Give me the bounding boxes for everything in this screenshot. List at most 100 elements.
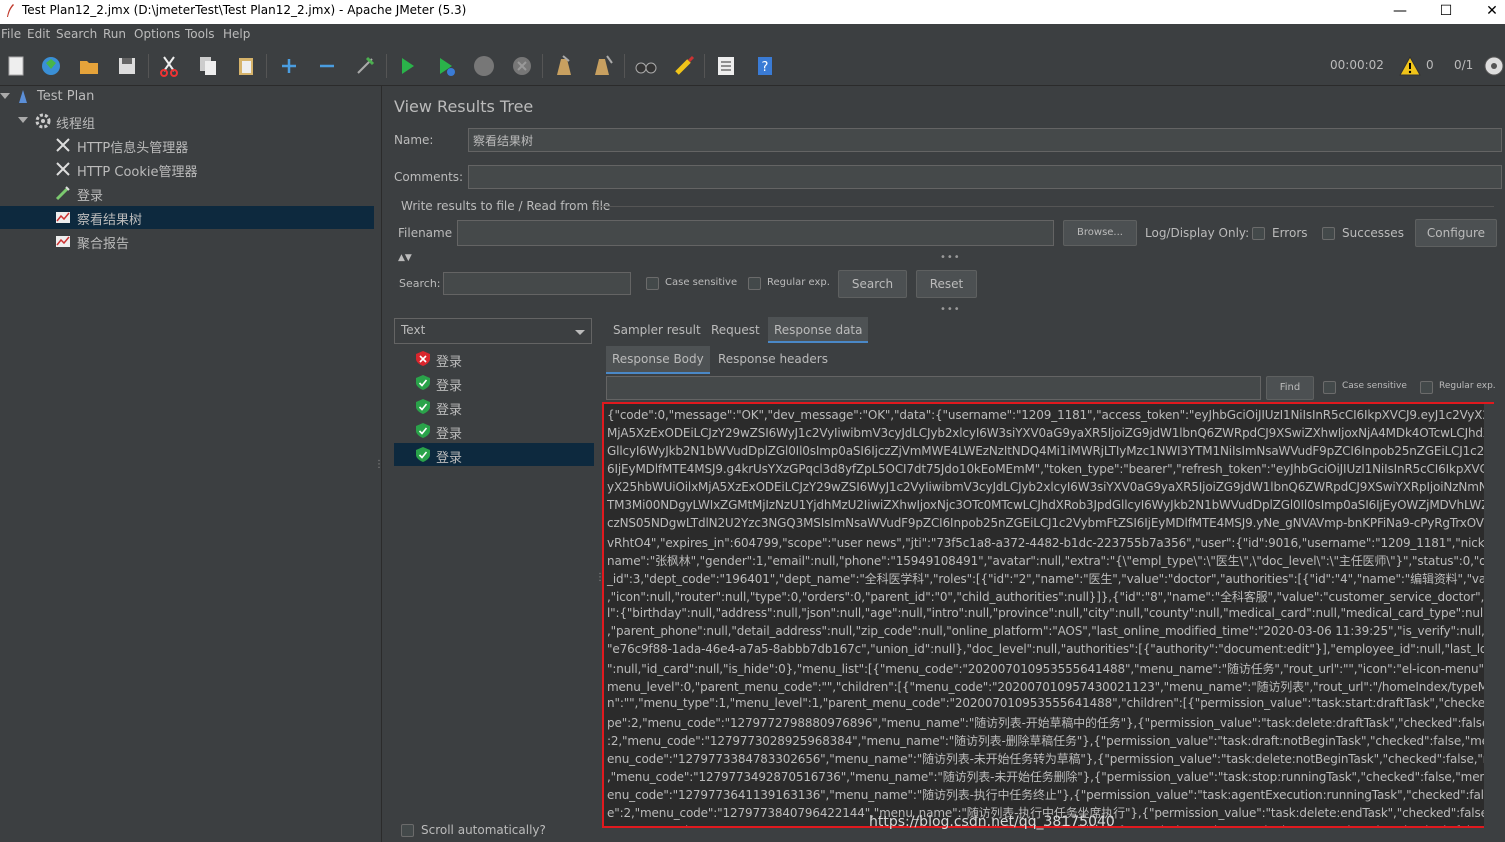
menu-options[interactable]: Options (134, 27, 180, 41)
renderer-select[interactable]: Text (394, 318, 592, 344)
comments-field[interactable] (468, 165, 1502, 189)
sampler-icon (55, 186, 70, 201)
expand-arrow-icon[interactable] (18, 117, 28, 123)
copy-icon[interactable] (195, 53, 221, 79)
warning-icon[interactable] (1399, 55, 1421, 77)
result-row[interactable]: 登录 (394, 347, 594, 370)
tree-item-thread-group[interactable]: 线程组 (0, 110, 374, 133)
find-case-sensitive-checkbox[interactable] (1323, 381, 1336, 394)
find-regular-exp-label: Regular exp. (1439, 381, 1496, 391)
search-binoculars-icon[interactable] (633, 53, 659, 79)
result-label: 登录 (436, 427, 463, 442)
filename-field[interactable] (457, 220, 1054, 246)
toolbar: ? 00:00:02 0 0/1 (0, 46, 1505, 86)
find-button[interactable]: Find (1266, 376, 1314, 400)
test-plan-icon (19, 90, 27, 103)
splitter-handle[interactable]: ••• (940, 253, 960, 263)
collapse-arrows-icon[interactable]: ▲▼ (398, 253, 412, 263)
result-row[interactable]: 登录 (394, 371, 594, 394)
errors-checkbox[interactable] (1252, 227, 1265, 240)
result-label: 登录 (436, 451, 463, 466)
find-input[interactable] (606, 376, 1261, 400)
success-shield-icon (416, 399, 430, 414)
tree-item-view-results-tree[interactable]: 察看结果树 (0, 206, 374, 229)
clear-icon[interactable] (551, 53, 577, 79)
regular-exp-label: Regular exp. (767, 277, 830, 288)
menu-file[interactable]: File (1, 27, 21, 41)
collapse-icon[interactable] (314, 53, 340, 79)
tree-item-test-plan[interactable]: Test Plan (0, 86, 374, 109)
tab-response-body[interactable]: Response Body (606, 346, 710, 374)
response-line: n":"","menu_type":1,"menu_level":1,"pare… (607, 696, 1494, 710)
case-sensitive-checkbox[interactable] (646, 277, 659, 290)
splitter-handle[interactable]: ••• (940, 305, 960, 315)
result-row[interactable]: 登录 (394, 395, 594, 418)
successes-checkbox[interactable] (1322, 227, 1335, 240)
clear-all-icon[interactable] (590, 53, 616, 79)
save-icon[interactable] (114, 53, 140, 79)
cut-icon[interactable] (156, 53, 182, 79)
find-regular-exp-checkbox[interactable] (1420, 381, 1433, 394)
menu-search[interactable]: Search (56, 27, 97, 41)
browse-button[interactable]: Browse... (1063, 220, 1137, 246)
menu-tools[interactable]: Tools (185, 27, 215, 41)
remote-icon[interactable] (1483, 55, 1505, 77)
response-line: yX25hbWUiOilxMjA5XzExODEiLCJzY29wZSI6WyJ… (607, 480, 1494, 494)
tab-request[interactable]: Request (705, 319, 766, 341)
stop-icon[interactable] (471, 53, 497, 79)
search-button[interactable]: Search (838, 270, 907, 298)
expand-arrow-icon[interactable] (0, 93, 10, 99)
tab-response-headers[interactable]: Response headers (712, 348, 834, 370)
response-line: ":null,"id_card":null,"is_hide":0},"menu… (607, 662, 1494, 676)
name-field[interactable]: 察看结果树 (468, 128, 1502, 152)
watermark: https://blog.csdn.net/qq_38175040 (869, 814, 1115, 830)
response-line: czNS05NDgwLTdlN2U2Yzc3NGQ3MSIsImNsaWVudF… (607, 516, 1494, 530)
configure-button[interactable]: Configure (1415, 219, 1497, 247)
reset-search-icon[interactable] (671, 53, 697, 79)
response-line: enu_code":"1279773384783302656","menu_na… (607, 752, 1494, 766)
open-icon[interactable] (76, 53, 102, 79)
name-label: Name: (394, 133, 434, 147)
tree-item-login[interactable]: 登录 (0, 182, 374, 205)
menu-run[interactable]: Run (103, 27, 126, 41)
maximize-button[interactable]: ☐ (1423, 0, 1469, 24)
start-no-pauses-icon[interactable] (433, 53, 459, 79)
new-icon[interactable] (3, 53, 29, 79)
comments-label: Comments: (394, 170, 464, 184)
tree-item-header-manager[interactable]: HTTP信息头管理器 (0, 134, 374, 157)
result-row[interactable]: 登录 (394, 419, 594, 442)
help-icon[interactable]: ? (752, 53, 778, 79)
response-body-text[interactable]: {"code":0,"message":"OK","dev_message":"… (602, 402, 1494, 828)
templates-icon[interactable] (38, 53, 64, 79)
paste-icon[interactable] (233, 53, 259, 79)
config-element-icon (56, 138, 70, 152)
vertical-scrollbar[interactable] (1484, 404, 1494, 834)
response-line: GllcyI6WyJkb2N1bWVudDplZGl0Il0sImp0aSI6I… (607, 444, 1494, 458)
tree-item-aggregate-report[interactable]: 聚合报告 (0, 230, 374, 253)
scroll-automatically-checkbox[interactable] (401, 824, 414, 837)
tab-response-data[interactable]: Response data (768, 317, 869, 343)
start-icon[interactable] (394, 53, 420, 79)
search-input[interactable] (443, 272, 631, 295)
menu-help[interactable]: Help (223, 27, 250, 41)
tree-item-cookie-manager[interactable]: HTTP Cookie管理器 (0, 158, 374, 181)
tree-item-label: 线程组 (56, 117, 96, 132)
result-row[interactable]: 登录 (394, 443, 594, 466)
find-case-sensitive-label: Case sensitive (1342, 381, 1407, 391)
listener-icon (56, 236, 70, 247)
reset-button[interactable]: Reset (916, 270, 977, 298)
vertical-splitter-handle[interactable]: ⋮ (374, 459, 384, 470)
toolbar-separator (542, 54, 543, 78)
thread-count: 0/1 (1454, 58, 1474, 72)
menu-edit[interactable]: Edit (27, 27, 50, 41)
toggle-icon[interactable] (352, 53, 378, 79)
minimize-button[interactable]: — (1377, 0, 1423, 24)
response-line: ,"icon":null,"router":null,"type":0,"ord… (607, 590, 1492, 604)
regular-exp-checkbox[interactable] (748, 277, 761, 290)
tab-sampler-result[interactable]: Sampler result (607, 319, 707, 341)
expand-icon[interactable] (276, 53, 302, 79)
success-shield-icon (416, 447, 430, 462)
close-button[interactable]: ✕ (1469, 0, 1505, 24)
function-helper-icon[interactable] (713, 53, 739, 79)
shutdown-icon[interactable] (509, 53, 535, 79)
